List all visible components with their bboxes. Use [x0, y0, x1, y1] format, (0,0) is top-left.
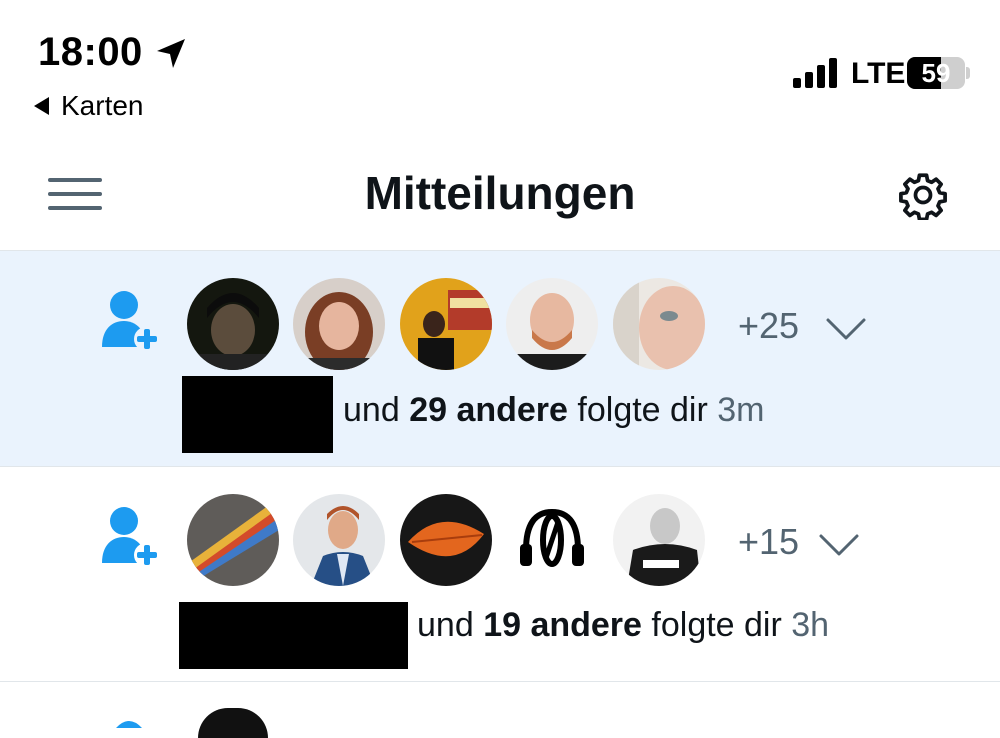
avatar[interactable]: [613, 494, 705, 586]
user-plus-icon: [102, 507, 158, 567]
avatar[interactable]: [187, 494, 279, 586]
user-plus-icon: [116, 721, 142, 728]
chevron-down-icon[interactable]: [818, 533, 860, 557]
more-followers-count: +15: [738, 521, 800, 562]
back-app-label: Karten: [61, 90, 144, 121]
avatar[interactable]: [187, 278, 279, 370]
avatar[interactable]: [293, 278, 385, 370]
notification-item[interactable]: +15 und 19 andere folgte dir 3h: [0, 467, 1000, 681]
text-prefix: und: [343, 391, 400, 429]
time-ago: 3m: [717, 391, 765, 429]
location-arrow-icon: [157, 39, 185, 68]
notification-text: und 19 andere folgte dir 3h: [417, 606, 829, 645]
more-followers-count: +25: [738, 305, 800, 346]
text-prefix: und: [417, 606, 474, 644]
back-triangle-icon: [34, 97, 49, 115]
avatar[interactable]: [198, 708, 268, 738]
others-count: 29 andere: [409, 391, 568, 429]
avatar[interactable]: [506, 494, 598, 586]
battery-percent: 59: [921, 58, 951, 88]
redacted-username: [182, 376, 333, 453]
cellular-signal-icon: [793, 58, 837, 88]
notification-action: folgte dir: [651, 606, 782, 644]
status-time: 18:00: [38, 30, 143, 74]
network-type: LTE: [851, 57, 906, 90]
notification-item[interactable]: +25 und 29 andere folgte dir 3m: [0, 251, 1000, 466]
avatar[interactable]: [400, 494, 492, 586]
avatar[interactable]: [400, 278, 492, 370]
battery-icon: 59: [907, 57, 965, 89]
gear-icon[interactable]: [898, 170, 948, 220]
redacted-username: [179, 602, 408, 669]
page-title: Mitteilungen: [364, 167, 636, 219]
notification-action: folgte dir: [577, 391, 708, 429]
back-to-app-button[interactable]: Karten: [34, 90, 144, 122]
avatar[interactable]: [506, 278, 598, 370]
time-ago: 3h: [791, 606, 830, 644]
chevron-down-icon[interactable]: [825, 317, 867, 341]
battery-tip: [966, 67, 970, 79]
avatar[interactable]: [613, 278, 705, 370]
avatar[interactable]: [293, 494, 385, 586]
notification-text: und 29 andere folgte dir 3m: [343, 391, 765, 430]
others-count: 19 andere: [483, 606, 642, 644]
user-plus-icon: [102, 291, 158, 351]
notification-item[interactable]: [0, 682, 1000, 738]
